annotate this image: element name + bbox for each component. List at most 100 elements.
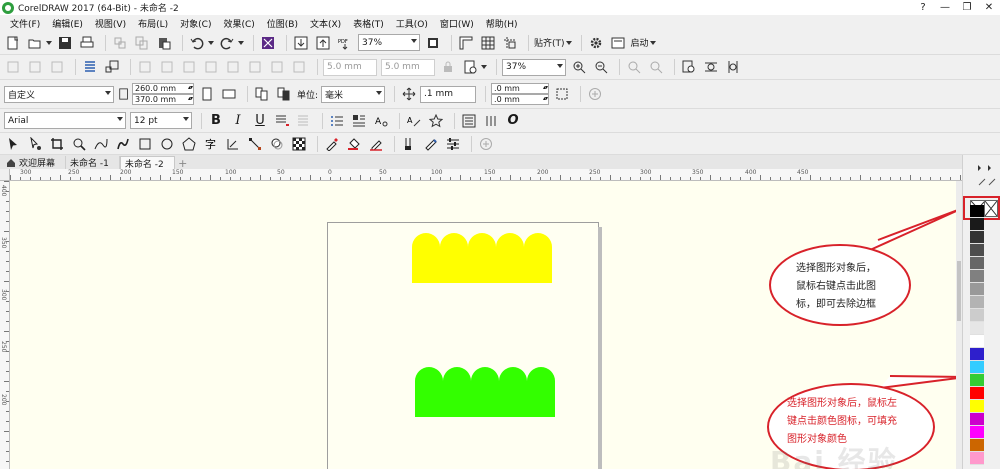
show-grid-icon[interactable] — [479, 34, 497, 52]
add-document-tab-icon[interactable]: + — [177, 157, 189, 170]
align-text-icon[interactable] — [273, 112, 291, 130]
shape-tool-icon[interactable] — [26, 135, 44, 153]
duplicate-x-field[interactable]: .0 mm — [491, 83, 550, 94]
snap-to-button[interactable]: 贴齐(T) — [534, 36, 565, 49]
open-folder-icon[interactable] — [26, 34, 44, 52]
polygon-tool-icon[interactable] — [180, 135, 198, 153]
text-properties-icon[interactable]: A — [372, 112, 390, 130]
bitmap-list-icon[interactable] — [81, 58, 99, 76]
zoom-out-icon[interactable] — [592, 58, 610, 76]
menu-effects[interactable]: 效果(C) — [217, 17, 260, 30]
treat-as-filled-icon[interactable] — [553, 85, 571, 103]
interactive-fill-tool-icon[interactable] — [345, 135, 363, 153]
current-page-icon[interactable] — [275, 85, 293, 103]
ruler-origin-corner[interactable] — [0, 169, 10, 181]
paste-icon[interactable] — [155, 34, 173, 52]
font-list-combo[interactable]: Arial — [4, 112, 126, 129]
copy-icon[interactable] — [133, 34, 151, 52]
rectangle-tool-icon[interactable] — [136, 135, 154, 153]
color-swatch[interactable] — [970, 348, 984, 361]
freehand-tool-icon[interactable] — [92, 135, 110, 153]
vertical-ruler[interactable]: 400 350 300 250 200 — [0, 181, 10, 469]
color-swatch[interactable] — [970, 244, 984, 257]
color-swatch[interactable] — [970, 426, 984, 439]
underline-button[interactable]: U — [251, 112, 269, 130]
color-swatch[interactable] — [970, 270, 984, 283]
menu-object[interactable]: 对象(C) — [174, 17, 217, 30]
color-swatch[interactable] — [970, 257, 984, 270]
smart-drawing-tool-icon[interactable] — [422, 135, 440, 153]
restore-button[interactable]: ❐ — [956, 0, 978, 15]
menu-file[interactable]: 文件(F) — [4, 17, 46, 30]
smart-fill-tool-icon[interactable] — [400, 135, 418, 153]
zoom-selected-icon[interactable] — [625, 58, 643, 76]
color-swatch[interactable] — [970, 309, 984, 322]
bullet-list-icon[interactable] — [328, 112, 346, 130]
crop-tool-icon[interactable] — [48, 135, 66, 153]
palette-scroll-arrows-icon[interactable] — [976, 163, 996, 193]
color-swatch[interactable] — [970, 322, 984, 335]
artistic-media-tool-icon[interactable] — [114, 135, 132, 153]
color-swatch[interactable] — [970, 205, 984, 218]
color-swatch[interactable] — [970, 413, 984, 426]
open-dropdown-icon[interactable] — [45, 39, 53, 47]
options-gear-icon[interactable] — [587, 34, 605, 52]
menu-text[interactable]: 文本(X) — [304, 17, 347, 30]
bold-button[interactable]: B — [207, 112, 225, 130]
yellow-scallop-shape[interactable] — [412, 233, 554, 283]
zoom-in-icon[interactable] — [570, 58, 588, 76]
units-combo[interactable]: 毫米 — [321, 85, 386, 103]
application-launcher-icon[interactable] — [609, 34, 627, 52]
color-swatch[interactable] — [970, 400, 984, 413]
scrollbar-thumb[interactable] — [957, 261, 961, 321]
save-icon[interactable] — [56, 34, 74, 52]
adjust-sliders-icon[interactable] — [444, 135, 462, 153]
duplicate-y-field[interactable]: .0 mm — [491, 94, 550, 105]
page-size-preset-combo[interactable]: 自定义 — [4, 85, 114, 103]
zoom-secondary-combo[interactable]: 37% — [502, 58, 566, 76]
transparency-tool-icon[interactable] — [290, 135, 308, 153]
page-height-field[interactable]: 370.0 mm — [132, 94, 194, 105]
edit-text-icon[interactable]: A — [405, 112, 423, 130]
color-swatch[interactable] — [970, 296, 984, 309]
pick-tool-icon[interactable] — [4, 135, 22, 153]
portrait-icon[interactable] — [198, 85, 216, 103]
new-document-icon[interactable] — [4, 34, 22, 52]
undo-dropdown-icon[interactable] — [207, 39, 215, 47]
properties-dropdown-icon[interactable] — [480, 63, 488, 71]
text-tool-icon[interactable]: 字 — [202, 135, 220, 153]
horizontal-text-icon[interactable] — [460, 112, 478, 130]
search-content-icon[interactable] — [259, 34, 277, 52]
launch-button[interactable]: 启动 — [631, 36, 649, 49]
launch-dropdown-icon[interactable] — [649, 39, 657, 47]
menu-bitmaps[interactable]: 位图(B) — [261, 17, 304, 30]
zoom-page-icon[interactable] — [680, 58, 698, 76]
object-position-icon[interactable] — [103, 58, 121, 76]
undo-icon[interactable] — [188, 34, 206, 52]
drop-cap-icon[interactable] — [350, 112, 368, 130]
menu-table[interactable]: 表格(T) — [347, 17, 390, 30]
import-icon[interactable] — [292, 34, 310, 52]
drop-shadow-tool-icon[interactable] — [268, 135, 286, 153]
help-button[interactable]: ? — [912, 0, 934, 15]
page-width-field[interactable]: 260.0 mm — [132, 83, 194, 94]
menu-help[interactable]: 帮助(H) — [480, 17, 524, 30]
redo-icon[interactable] — [218, 34, 236, 52]
menu-window[interactable]: 窗口(W) — [434, 17, 480, 30]
font-size-combo[interactable]: 12 pt — [130, 112, 192, 129]
zoom-height-icon[interactable] — [724, 58, 742, 76]
minimize-button[interactable]: — — [934, 0, 956, 15]
landscape-icon[interactable] — [220, 85, 238, 103]
tab-untitled-1[interactable]: 未命名 -1 — [66, 156, 120, 169]
glyphs-star-icon[interactable] — [427, 112, 445, 130]
full-screen-preview-icon[interactable] — [424, 34, 442, 52]
zoom-levels-combo[interactable]: 37% — [358, 34, 420, 51]
tab-untitled-2[interactable]: 未命名 -2 — [119, 156, 175, 170]
eyedropper-tool-icon[interactable] — [323, 135, 341, 153]
color-swatch[interactable] — [970, 361, 984, 374]
snap-to-dropdown-icon[interactable] — [565, 39, 573, 47]
menu-layout[interactable]: 布局(L) — [132, 17, 174, 30]
color-swatch[interactable] — [970, 283, 984, 296]
horizontal-ruler[interactable]: 300 250 200 150 100 50 0 50 100 150 200 250 300 350 40… — [10, 169, 962, 181]
color-swatch[interactable] — [970, 231, 984, 244]
